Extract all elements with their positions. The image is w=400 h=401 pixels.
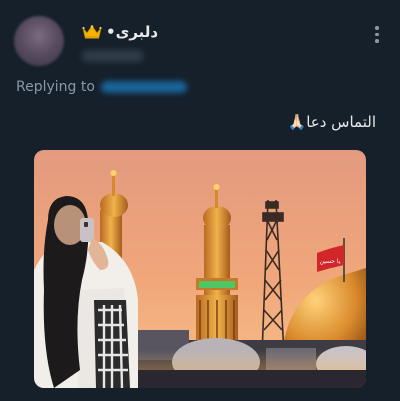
- display-name: دلبری•: [106, 23, 159, 41]
- replying-to: Replying to: [16, 79, 187, 95]
- more-vertical-icon[interactable]: [374, 26, 380, 46]
- author-name-row[interactable]: دلبری•: [82, 23, 158, 41]
- crown-icon: [82, 25, 102, 39]
- tweet-photo[interactable]: يا حسين: [34, 150, 366, 388]
- flag-text: يا حسين: [320, 258, 341, 265]
- shrine-photo: يا حسين: [34, 150, 366, 388]
- reply-handle-blurred[interactable]: [100, 81, 187, 93]
- tweet-text: التماس دعا🙏🏻: [287, 113, 376, 131]
- avatar[interactable]: [14, 16, 64, 66]
- replying-to-label: Replying to: [16, 79, 95, 95]
- author-handle-blurred[interactable]: [82, 50, 144, 62]
